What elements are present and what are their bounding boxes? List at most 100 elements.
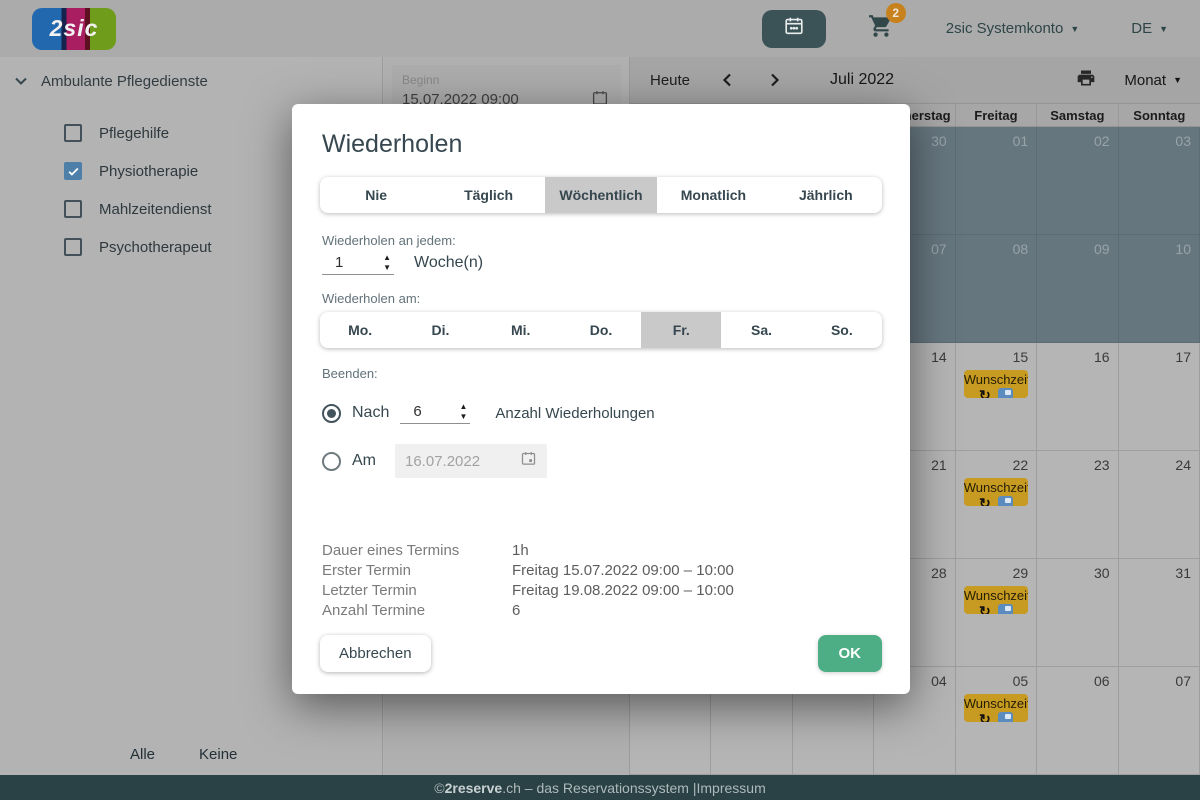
calendar-day-cell[interactable]: 30 [1037, 559, 1118, 667]
calendar-day-cell[interactable]: 06 [1037, 667, 1118, 775]
event-chip[interactable]: Wunschzeit↻ [964, 694, 1028, 722]
next-month-button[interactable] [766, 72, 782, 88]
footer-text: .ch – das Reservationssystem | [502, 780, 696, 796]
stepper-up-icon[interactable]: ▲ [459, 403, 467, 410]
end-date-value: 16.07.2022 [405, 453, 480, 470]
day-number: 07 [1175, 673, 1191, 689]
summary-label: Letzter Termin [322, 581, 512, 601]
prev-month-button[interactable] [720, 72, 736, 88]
weekday-segment[interactable]: Sa. [721, 312, 801, 348]
calendar-day-cell[interactable]: 16 [1037, 343, 1118, 451]
interval-unit: Woche(n) [414, 254, 483, 275]
select-none-button[interactable]: Keine [199, 746, 237, 763]
calendar-day-cell[interactable]: 09 [1037, 235, 1118, 343]
weekday-segment[interactable]: Fr. [641, 312, 721, 348]
weekday-segment[interactable]: So. [802, 312, 882, 348]
calendar-day-cell[interactable]: 08 [956, 235, 1037, 343]
app-footer: © 2reserve.ch – das Reservationssystem |… [0, 775, 1200, 800]
day-number: 16 [1094, 349, 1110, 365]
end-after-radio[interactable] [322, 404, 341, 423]
calendar-day-cell[interactable]: 05Wunschzeit↻ [956, 667, 1037, 775]
interval-input[interactable]: 1 ▲ ▼ [322, 254, 394, 275]
today-button[interactable]: Heute [650, 72, 690, 89]
logo-text: 2sic [50, 15, 99, 42]
end-on-radio[interactable] [322, 452, 341, 471]
summary-label: Erster Termin [322, 561, 512, 581]
day-number: 28 [931, 565, 947, 581]
stepper-down-icon[interactable]: ▼ [459, 413, 467, 420]
summary-value: Freitag 19.08.2022 09:00 – 10:00 [512, 581, 734, 601]
stepper-down-icon[interactable]: ▼ [383, 264, 391, 271]
calendar-view-button[interactable] [762, 10, 826, 48]
cart-button[interactable]: 2 [868, 13, 894, 44]
attendee-icon [998, 712, 1013, 722]
calendar-day-cell[interactable]: 29Wunschzeit↻ [956, 559, 1037, 667]
tab-frequency[interactable]: Wöchentlich [545, 177, 657, 213]
end-on-row: Am 16.07.2022 [322, 439, 882, 483]
tab-frequency[interactable]: Jährlich [770, 177, 882, 213]
repeat-icon: ↻ [979, 712, 991, 722]
service-label: Mahlzeitendienst [99, 201, 212, 218]
summary-label: Dauer eines Termins [322, 541, 512, 561]
summary-row: Erster TerminFreitag 15.07.2022 09:00 – … [322, 561, 882, 581]
calendar-day-cell[interactable]: 10 [1119, 235, 1200, 343]
service-checkbox[interactable] [64, 238, 82, 256]
impressum-link[interactable]: Impressum [697, 780, 766, 796]
calendar-day-cell[interactable]: 23 [1037, 451, 1118, 559]
calendar-day-cell[interactable]: 03 [1119, 127, 1200, 235]
service-group-label: Ambulante Pflegedienste [41, 73, 208, 90]
service-checkbox[interactable] [64, 124, 82, 142]
end-after-row: Nach 6 ▲ ▼ Anzahl Wiederholungen [322, 391, 882, 435]
calendar-day-cell[interactable]: 17 [1119, 343, 1200, 451]
dialog-actions: Abbrechen OK [320, 635, 882, 672]
day-number: 09 [1094, 241, 1110, 257]
calendar-day-cell[interactable]: 31 [1119, 559, 1200, 667]
service-group-header[interactable]: Ambulante Pflegedienste [0, 57, 382, 100]
repeat-icon: ↻ [979, 604, 991, 614]
tab-frequency[interactable]: Nie [320, 177, 432, 213]
weekday-segment[interactable]: Mo. [320, 312, 400, 348]
select-all-button[interactable]: Alle [130, 746, 155, 763]
event-chip[interactable]: Wunschzeit↻ [964, 478, 1028, 506]
end-date-input[interactable]: 16.07.2022 [395, 444, 547, 478]
chevron-down-icon: ▼ [1173, 75, 1182, 85]
print-button[interactable] [1076, 68, 1096, 93]
day-number: 30 [931, 133, 947, 149]
service-checkbox[interactable] [64, 162, 82, 180]
stepper-up-icon[interactable]: ▲ [383, 254, 391, 261]
ok-button[interactable]: OK [818, 635, 883, 672]
cancel-button[interactable]: Abbrechen [320, 635, 431, 672]
event-chip[interactable]: Wunschzeit↻ [964, 586, 1028, 614]
event-chip[interactable]: Wunschzeit↻ [964, 370, 1028, 398]
attendee-icon [998, 604, 1013, 614]
calendar-day-cell[interactable]: 07 [1119, 667, 1200, 775]
dialog-title: Wiederholen [322, 130, 882, 159]
calendar-day-cell[interactable]: 22Wunschzeit↻ [956, 451, 1037, 559]
event-title: Wunschzeit [964, 587, 1028, 604]
tab-frequency[interactable]: Täglich [432, 177, 544, 213]
cart-icon [868, 26, 894, 43]
weekday-segment[interactable]: Do. [561, 312, 641, 348]
service-label: Pflegehilfe [99, 125, 169, 142]
service-checkbox[interactable] [64, 200, 82, 218]
weekday-segment[interactable]: Di. [400, 312, 480, 348]
weekday-selector: Mo.Di.Mi.Do.Fr.Sa.So. [320, 312, 882, 348]
calendar-day-cell[interactable]: 01 [956, 127, 1037, 235]
day-number: 03 [1175, 133, 1191, 149]
tab-frequency[interactable]: Monatlich [657, 177, 769, 213]
account-dropdown[interactable]: 2sic Systemkonto ▼ [946, 20, 1079, 37]
weekday-segment[interactable]: Mi. [481, 312, 561, 348]
calendar-day-cell[interactable]: 02 [1037, 127, 1118, 235]
view-dropdown[interactable]: Monat ▼ [1124, 72, 1182, 89]
occurrences-input[interactable]: 6 ▲ ▼ [400, 403, 470, 424]
end-label: Beenden: [322, 366, 882, 381]
calendar-day-cell[interactable]: 15Wunschzeit↻ [956, 343, 1037, 451]
app-logo[interactable]: 2sic [32, 8, 116, 50]
weekday-label: Wiederholen am: [322, 291, 882, 306]
calendar-day-cell[interactable]: 24 [1119, 451, 1200, 559]
day-header: Samstag [1037, 104, 1118, 126]
frequency-tabs: NieTäglichWöchentlichMonatlichJährlich [320, 177, 882, 213]
summary-row: Letzter TerminFreitag 19.08.2022 09:00 –… [322, 581, 882, 601]
footer-brand: 2reserve [445, 780, 503, 796]
language-dropdown[interactable]: DE ▼ [1131, 20, 1168, 37]
